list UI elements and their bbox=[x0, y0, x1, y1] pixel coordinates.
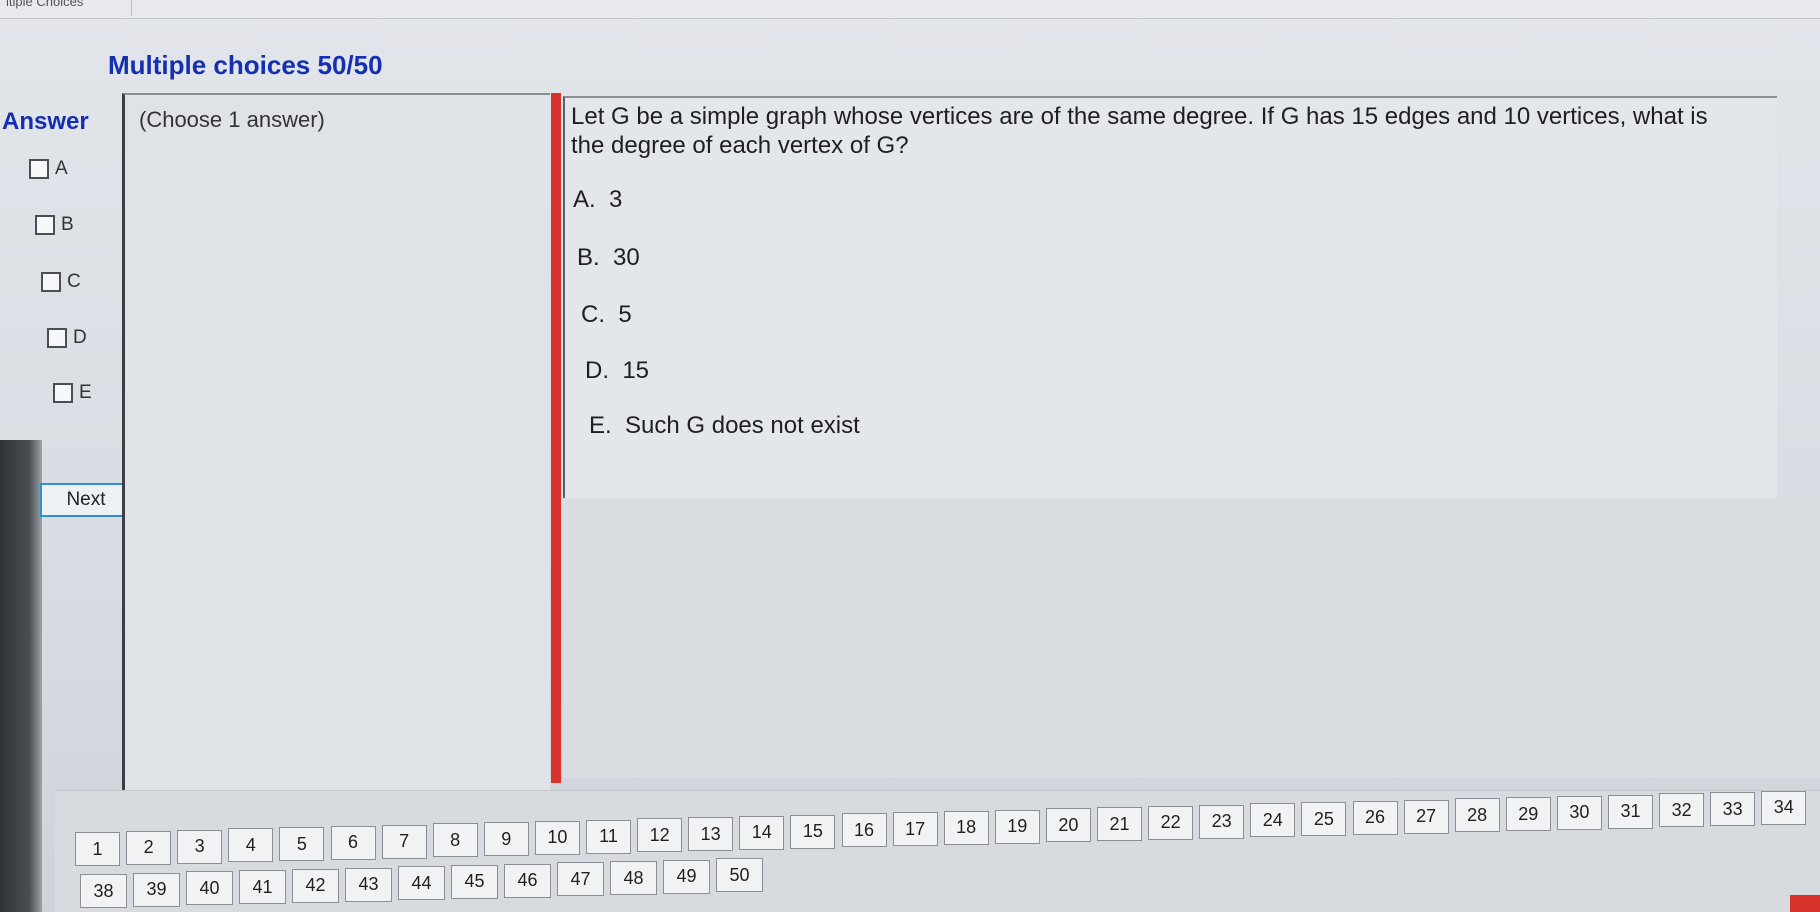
question-number-button[interactable]: 28 bbox=[1454, 798, 1500, 833]
question-number-button[interactable]: 38 bbox=[80, 874, 127, 908]
checkbox-c[interactable] bbox=[41, 272, 61, 292]
answer-choice-d[interactable]: D bbox=[47, 327, 87, 349]
exam-screen: ltiple Choices Multiple choices 50/50 An… bbox=[0, 0, 1820, 912]
choose-hint: (Choose 1 answer) bbox=[139, 107, 325, 132]
question-number-button[interactable]: 33 bbox=[1710, 792, 1756, 826]
question-number-button[interactable]: 31 bbox=[1608, 794, 1653, 829]
question-number-button[interactable]: 23 bbox=[1199, 804, 1245, 839]
option-a: A. 3 bbox=[573, 186, 623, 213]
question-number-button[interactable]: 11 bbox=[586, 819, 631, 854]
window-tab-label: ltiple Choices bbox=[6, 0, 84, 9]
answer-label: Answer bbox=[2, 108, 89, 135]
choice-e-label: E bbox=[79, 382, 92, 403]
question-number-button[interactable]: 8 bbox=[432, 823, 478, 858]
question-number-button[interactable]: 22 bbox=[1148, 805, 1194, 840]
question-number-button[interactable]: 39 bbox=[133, 872, 180, 907]
question-number-button[interactable]: 26 bbox=[1352, 800, 1398, 835]
question-number-button[interactable]: 43 bbox=[345, 867, 392, 902]
question-number-button[interactable]: 7 bbox=[381, 824, 427, 859]
choice-b-label: B bbox=[61, 214, 74, 235]
monitor-bezel bbox=[0, 440, 42, 912]
choice-c-label: C bbox=[67, 271, 81, 292]
question-number-button[interactable]: 48 bbox=[610, 861, 657, 895]
choice-d-label: D bbox=[73, 327, 87, 348]
question-number-button[interactable]: 2 bbox=[126, 830, 172, 865]
checkbox-b[interactable] bbox=[35, 215, 55, 235]
answer-choice-a[interactable]: A bbox=[29, 158, 68, 180]
window-top-strip: ltiple Choices bbox=[0, 0, 1820, 19]
section-title: Multiple choices 50/50 bbox=[108, 50, 383, 80]
answer-choice-c[interactable]: C bbox=[41, 271, 81, 293]
question-number-button[interactable]: 42 bbox=[292, 868, 339, 903]
checkbox-a[interactable] bbox=[29, 159, 49, 179]
question-number-button[interactable]: 5 bbox=[279, 827, 325, 861]
question-number-button[interactable]: 30 bbox=[1556, 795, 1602, 830]
answer-choice-b[interactable]: B bbox=[35, 214, 74, 236]
question-number-button[interactable]: 10 bbox=[534, 820, 580, 855]
question-number-button[interactable]: 25 bbox=[1301, 802, 1347, 836]
question-number-button[interactable]: 12 bbox=[637, 818, 683, 853]
panel-divider bbox=[551, 93, 561, 783]
choose-panel: (Choose 1 answer) bbox=[122, 93, 550, 792]
question-number-button[interactable]: 49 bbox=[663, 859, 710, 894]
question-number-button[interactable]: 44 bbox=[398, 866, 445, 901]
question-lower-area bbox=[563, 498, 1820, 778]
question-number-button[interactable]: 19 bbox=[994, 809, 1040, 844]
checkbox-d[interactable] bbox=[47, 328, 67, 348]
question-number-button[interactable]: 32 bbox=[1659, 793, 1705, 828]
answer-choice-e[interactable]: E bbox=[53, 382, 92, 404]
question-number-button[interactable]: 13 bbox=[688, 817, 734, 851]
next-button[interactable]: Next bbox=[40, 483, 132, 517]
question-number-button[interactable]: 34 bbox=[1761, 790, 1807, 825]
question-number-button[interactable]: 4 bbox=[228, 828, 274, 863]
checkbox-e[interactable] bbox=[53, 383, 73, 403]
question-number-button[interactable]: 1 bbox=[75, 832, 120, 866]
question-number-button[interactable]: 17 bbox=[892, 812, 938, 846]
question-number-button[interactable]: 47 bbox=[557, 862, 604, 897]
question-number-button[interactable]: 3 bbox=[177, 829, 223, 864]
corner-indicator bbox=[1790, 895, 1820, 912]
question-number-button[interactable]: 9 bbox=[483, 822, 529, 856]
question-number-button[interactable]: 14 bbox=[739, 815, 785, 850]
question-number-button[interactable]: 21 bbox=[1097, 807, 1142, 841]
question-number-button[interactable]: 46 bbox=[504, 863, 551, 898]
question-panel: Let G be a simple graph whose vertices a… bbox=[563, 96, 1777, 500]
question-text: Let G be a simple graph whose vertices a… bbox=[571, 103, 1708, 159]
question-number-button[interactable]: 29 bbox=[1505, 797, 1551, 831]
choice-a-label: A bbox=[55, 158, 68, 179]
question-number-button[interactable]: 27 bbox=[1403, 799, 1449, 834]
question-number-button[interactable]: 18 bbox=[943, 810, 989, 845]
question-number-button[interactable]: 45 bbox=[451, 864, 498, 899]
question-number-button[interactable]: 41 bbox=[239, 870, 286, 905]
option-b: B. 30 bbox=[577, 244, 640, 271]
question-number-button[interactable]: 15 bbox=[790, 814, 836, 849]
option-d: D. 15 bbox=[585, 357, 650, 384]
question-number-button[interactable]: 50 bbox=[716, 858, 763, 893]
question-number-button[interactable]: 16 bbox=[841, 813, 887, 848]
question-number-button[interactable]: 20 bbox=[1045, 808, 1091, 843]
question-number-button[interactable]: 24 bbox=[1250, 803, 1296, 838]
question-number-button[interactable]: 40 bbox=[186, 871, 233, 906]
window-tab[interactable]: ltiple Choices bbox=[0, 0, 132, 16]
option-e: E. Such G does not exist bbox=[589, 412, 860, 439]
option-c: C. 5 bbox=[581, 301, 632, 328]
question-number-button[interactable]: 6 bbox=[330, 825, 376, 860]
